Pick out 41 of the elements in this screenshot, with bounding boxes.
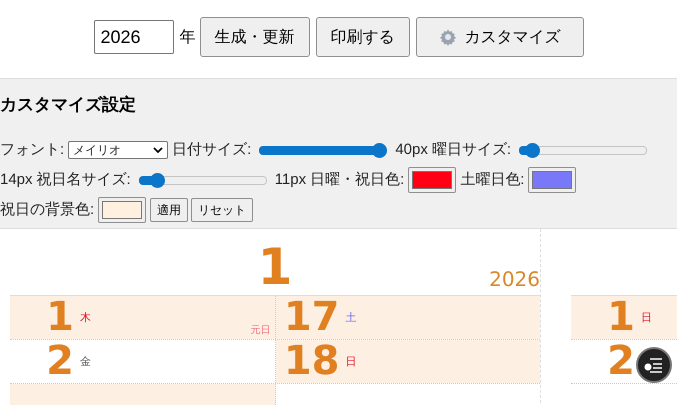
weekday-label: 金 <box>80 354 91 369</box>
settings-button[interactable]: リセット <box>191 198 254 222</box>
year-label: 年 <box>180 26 196 48</box>
chevron-down-icon <box>153 146 164 154</box>
weekday-label: 土 <box>346 310 356 325</box>
weekday-label: 日 <box>641 310 652 325</box>
color-picker[interactable] <box>528 167 576 193</box>
color-picker[interactable] <box>408 167 456 193</box>
month-number: 1 <box>258 237 292 297</box>
day-number: 1 <box>45 296 74 339</box>
weekday-label: 日 <box>346 354 356 369</box>
size-reading: 40px <box>395 140 428 160</box>
size-reading: 11px <box>274 170 306 190</box>
font-select[interactable]: メイリオ <box>68 141 168 159</box>
day-number: 17 <box>282 296 340 339</box>
toolbar-button[interactable]: 生成・更新 <box>200 17 310 57</box>
list-icon <box>644 357 664 373</box>
setting-label: フォント: <box>0 140 64 160</box>
month-year: 2026 <box>489 267 540 291</box>
setting-label: 祝日の背景色: <box>0 200 94 220</box>
color-picker[interactable] <box>98 197 146 223</box>
size-slider[interactable] <box>519 142 648 158</box>
setting-label: 曜日サイズ: <box>432 140 512 160</box>
setting-label: 日付サイズ: <box>172 140 252 160</box>
toolbar-button[interactable]: 印刷する <box>316 17 410 57</box>
day-number: 18 <box>282 340 340 383</box>
size-slider[interactable] <box>138 172 267 188</box>
setting-label: 土曜日色: <box>460 170 524 190</box>
setting-label: 祝日名サイズ: <box>36 170 131 190</box>
day-number: 2 <box>45 340 74 383</box>
size-slider[interactable] <box>259 142 388 158</box>
day-number: 2 <box>606 340 635 383</box>
settings-title: カスタマイズ設定 <box>0 94 137 116</box>
day-number: 1 <box>606 296 635 339</box>
year-field[interactable]: 2026 <box>94 20 174 54</box>
setting-label: 日曜・祝日色: <box>310 170 404 190</box>
size-reading: 14px <box>0 170 33 190</box>
toolbar-button[interactable]: カスタマイズ <box>416 17 584 57</box>
holiday-name: 元日 <box>250 324 270 337</box>
weekday-label: 木 <box>80 310 91 325</box>
settings-button[interactable]: 適用 <box>150 198 188 222</box>
